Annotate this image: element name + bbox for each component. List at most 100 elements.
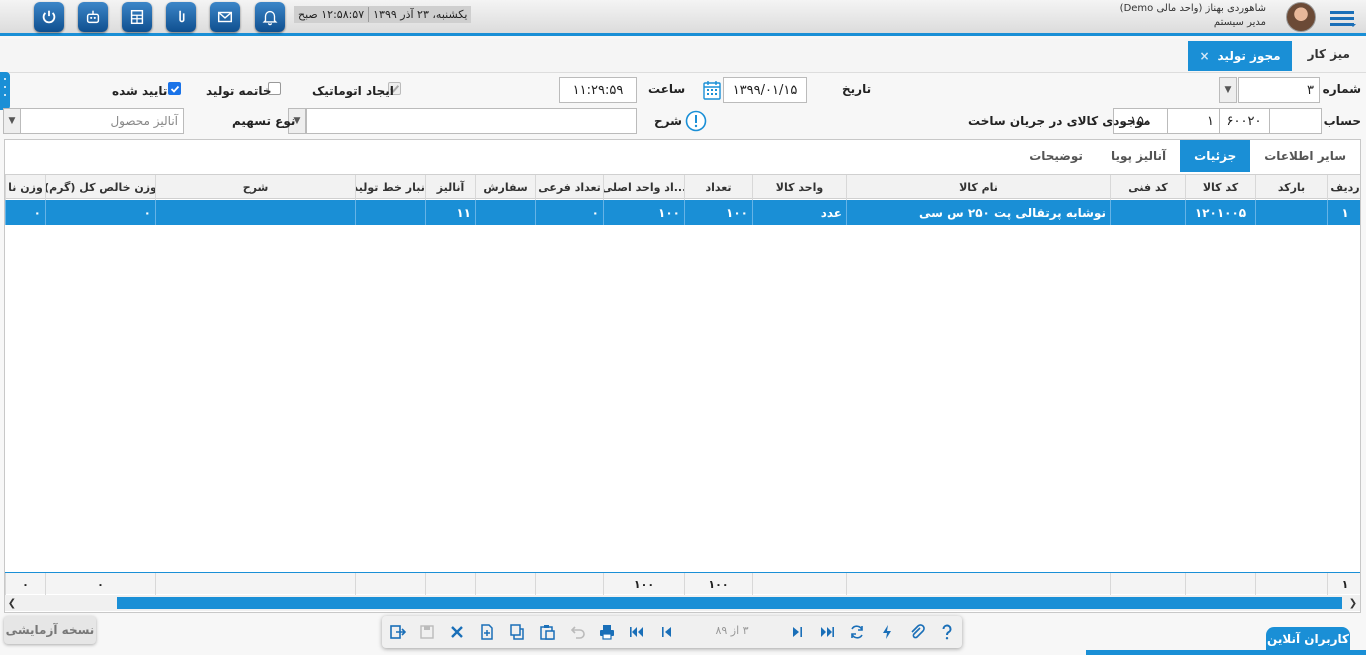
cell-warehouse[interactable] — [355, 200, 425, 225]
product-analysis-dropdown-icon[interactable]: ▼ — [3, 108, 21, 134]
print-icon[interactable] — [596, 621, 618, 643]
paste-icon[interactable] — [536, 621, 558, 643]
mail-icon[interactable] — [210, 2, 240, 32]
cell-sub-qty[interactable]: ۰ — [535, 200, 603, 225]
column-header[interactable]: انبار خط تولید — [355, 175, 425, 200]
column-header[interactable]: آنالیز — [425, 175, 475, 200]
cell-order[interactable] — [475, 200, 535, 225]
cell-barcode[interactable] — [1255, 200, 1327, 225]
description-input[interactable] — [306, 108, 637, 134]
column-header[interactable]: نام کالا — [846, 175, 1110, 200]
scroll-right-icon[interactable]: ❯ — [1346, 595, 1360, 611]
delete-icon[interactable] — [446, 621, 468, 643]
side-panel-handle[interactable] — [0, 72, 10, 110]
account-extra-input[interactable] — [1268, 108, 1322, 134]
number-input[interactable]: ۳ — [1238, 77, 1320, 103]
details-panel: سایر اطلاعات جزئیات آنالیز پویا توضیحات … — [4, 139, 1361, 613]
avatar[interactable] — [1286, 2, 1316, 32]
horizontal-scrollbar[interactable]: ❮ ❯ — [5, 595, 1360, 611]
cell-item-name[interactable]: نوشابه پرتقالی پت ۲۵۰ س سی — [846, 200, 1110, 225]
approved-checkbox[interactable] — [168, 82, 181, 95]
date-label: تاریخ — [842, 82, 872, 96]
account-code-input[interactable]: ۶۰۰۲۰ — [1218, 108, 1270, 134]
number-label: شماره — [1322, 82, 1361, 96]
product-analysis-input[interactable]: آنالیز محصول — [20, 108, 184, 134]
column-header[interactable]: کد کالا — [1185, 175, 1255, 200]
calendar-icon[interactable] — [702, 79, 722, 101]
column-header[interactable]: ...اد واحد اصلی — [603, 175, 684, 200]
scrollbar-thumb[interactable] — [117, 597, 1342, 609]
column-header[interactable]: شرح — [155, 175, 355, 200]
grid-footer-totals: ۱ ۱۰۰ ۱۰۰ ۰ ۰ — [5, 572, 1362, 595]
new-document-icon[interactable] — [476, 621, 498, 643]
cell-quantity[interactable]: ۱۰۰ — [684, 200, 752, 225]
first-record-icon[interactable] — [626, 621, 648, 643]
cell-unit[interactable]: عدد — [752, 200, 846, 225]
subtab-dynamic-analysis[interactable]: آنالیز پویا — [1097, 140, 1180, 172]
current-time: ۱۲:۵۸:۵۷ صبح — [298, 8, 365, 21]
description-label: شرح — [654, 114, 682, 128]
next-record-icon[interactable] — [786, 621, 808, 643]
lightning-icon[interactable] — [876, 621, 898, 643]
previous-record-icon[interactable] — [656, 621, 678, 643]
robot-icon[interactable] — [78, 2, 108, 32]
exit-icon[interactable] — [386, 621, 408, 643]
cell-description[interactable] — [155, 200, 355, 225]
close-tab-icon[interactable]: × — [1199, 49, 1209, 63]
tab-desktop[interactable]: میز کار — [1308, 47, 1350, 61]
share-type-label: نوع تسهیم — [232, 114, 296, 128]
date-input[interactable]: ۱۳۹۹/۰۱/۱۵ — [723, 77, 807, 103]
end-production-label: خاتمه تولید — [206, 84, 272, 98]
cell-analysis[interactable]: ۱۱ — [425, 200, 475, 225]
cell-weight-2[interactable]: ۰ — [5, 200, 45, 225]
help-icon[interactable] — [936, 621, 958, 643]
cell-main-unit-qty[interactable]: ۱۰۰ — [603, 200, 684, 225]
footer-cell — [752, 573, 846, 595]
footer-cell — [475, 573, 535, 595]
undo-icon[interactable] — [566, 621, 588, 643]
footer-cell — [1185, 573, 1255, 595]
save-icon[interactable] — [416, 621, 438, 643]
column-header[interactable]: ردیف — [1327, 175, 1362, 200]
total-rows: ۱ — [1327, 573, 1362, 595]
time-input[interactable]: ۱۱:۲۹:۵۹ — [559, 77, 637, 103]
subtab-notes[interactable]: توضیحات — [1015, 140, 1097, 172]
subtab-details[interactable]: جزئیات — [1180, 140, 1251, 172]
power-icon[interactable] — [34, 2, 64, 32]
column-header[interactable]: کد فنی — [1110, 175, 1185, 200]
column-header[interactable]: بارکد — [1255, 175, 1327, 200]
column-header[interactable]: وزن نا — [5, 175, 45, 200]
cell-net-weight[interactable]: ۰ — [45, 200, 155, 225]
column-header[interactable]: تعداد — [684, 175, 752, 200]
total-net-weight: ۰ — [45, 573, 155, 595]
copy-icon[interactable] — [506, 621, 528, 643]
scroll-left-icon[interactable]: ❮ — [5, 595, 19, 611]
footer-cell — [846, 573, 1110, 595]
column-header[interactable]: وزن خالص کل (گرم) — [45, 175, 155, 200]
last-record-icon[interactable] — [816, 621, 838, 643]
column-header[interactable]: واحد کالا — [752, 175, 846, 200]
date-time-display: یکشنبه، ۲۳ آذر ۱۳۹۹ ۱۲:۵۸:۵۷ صبح — [294, 6, 472, 23]
menu-icon[interactable] — [1328, 8, 1356, 28]
footer-cell — [425, 573, 475, 595]
attachment-icon[interactable] — [906, 621, 928, 643]
online-users-bar — [1086, 650, 1366, 655]
cell-tech-code[interactable] — [1110, 200, 1185, 225]
column-header[interactable]: تعداد فرعی — [535, 175, 603, 200]
total-weight-2: ۰ — [5, 573, 45, 595]
subtab-other-info[interactable]: سایر اطلاعات — [1250, 140, 1360, 172]
online-users-tab[interactable]: کاربران آنلاین — [1266, 627, 1350, 651]
calculator-icon[interactable] — [122, 2, 152, 32]
cell-item-code[interactable]: ۱۲۰۱۰۰۵ — [1185, 200, 1255, 225]
refresh-icon[interactable] — [846, 621, 868, 643]
number-dropdown-icon[interactable]: ▼ — [1219, 77, 1237, 103]
table-row[interactable]: ۱ ۱۲۰۱۰۰۵ نوشابه پرتقالی پت ۲۵۰ س سی عدد… — [5, 200, 1360, 225]
info-icon[interactable] — [685, 110, 707, 132]
account-name: موجودی کالای در جریان ساخت — [968, 114, 1151, 128]
tab-production-permit[interactable]: × مجوز تولید — [1188, 41, 1292, 71]
column-header[interactable]: سفارش — [475, 175, 535, 200]
bell-icon[interactable] — [255, 2, 285, 32]
account-sub-input[interactable]: ۱ — [1166, 108, 1220, 134]
pin-icon[interactable] — [166, 2, 196, 32]
cell-row-number[interactable]: ۱ — [1327, 200, 1362, 225]
